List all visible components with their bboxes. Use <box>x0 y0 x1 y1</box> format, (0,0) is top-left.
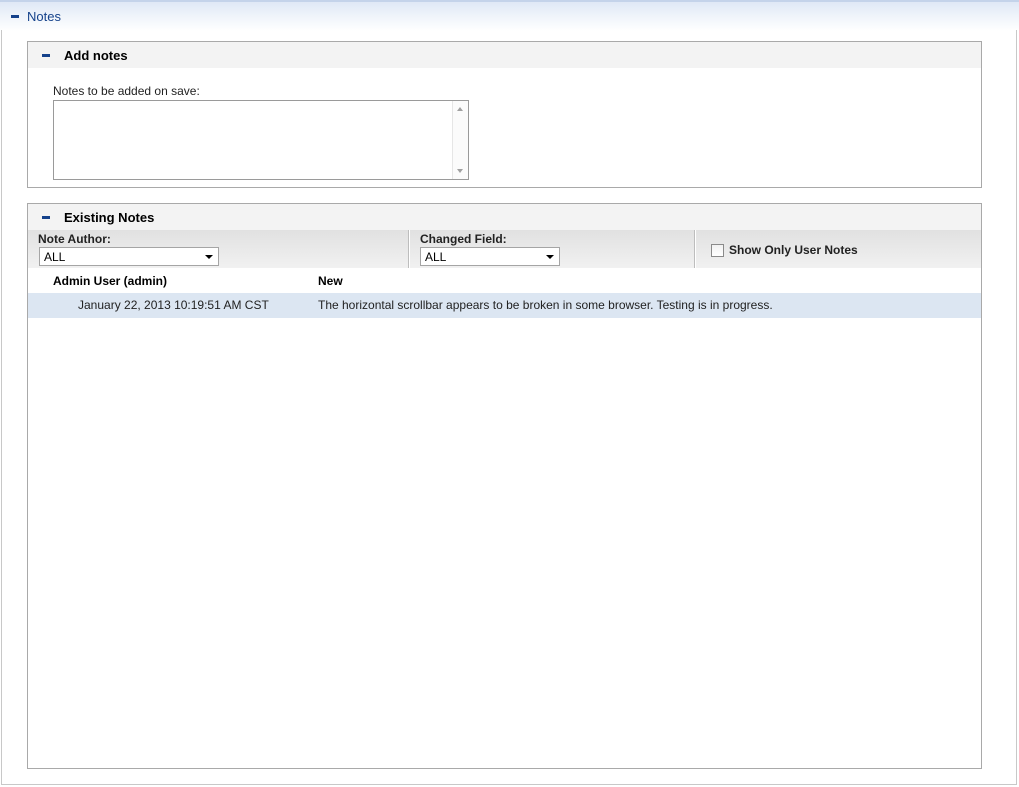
add-notes-panel: Add notes Notes to be added on save: <box>27 41 982 188</box>
existing-notes-panel: Existing Notes Note Author: ALL Changed … <box>27 203 982 769</box>
notes-filter-bar: Note Author: ALL Changed Field: ALL Show… <box>28 230 981 268</box>
changed-field-select[interactable]: ALL <box>420 247 560 266</box>
collapse-icon[interactable] <box>11 15 19 18</box>
author-select-value: ALL <box>44 250 66 264</box>
notes-section-header[interactable]: Notes <box>0 0 1019 31</box>
author-select[interactable]: ALL <box>39 247 219 266</box>
chevron-down-icon <box>205 255 213 259</box>
notes-textarea-container <box>53 100 469 180</box>
existing-notes-title: Existing Notes <box>64 210 155 225</box>
changed-field-select-value: ALL <box>425 250 447 264</box>
existing-notes-header[interactable]: Existing Notes <box>28 204 981 230</box>
note-author: Admin User (admin) <box>53 274 168 288</box>
changed-field-filter: Changed Field: ALL <box>410 230 694 268</box>
add-notes-title: Add notes <box>64 48 128 63</box>
collapse-icon[interactable] <box>42 216 50 219</box>
author-filter: Note Author: ALL <box>28 230 408 268</box>
author-filter-label: Note Author: <box>38 232 111 246</box>
scroll-up-icon[interactable] <box>457 107 463 111</box>
show-user-notes-checkbox[interactable] <box>711 244 724 257</box>
show-user-notes-label[interactable]: Show Only User Notes <box>729 243 858 257</box>
chevron-down-icon <box>546 255 554 259</box>
add-notes-header[interactable]: Add notes <box>28 42 981 68</box>
collapse-icon[interactable] <box>42 54 50 57</box>
changed-field-label: Changed Field: <box>420 232 507 246</box>
table-row[interactable]: January 22, 2013 10:19:51 AM CST The hor… <box>28 293 981 318</box>
textarea-scrollbar[interactable] <box>452 101 468 179</box>
notes-field-label: Notes to be added on save: <box>53 84 200 98</box>
note-change-type: New <box>318 274 343 288</box>
note-text: The horizontal scrollbar appears to be b… <box>318 298 773 312</box>
notes-page: Notes Add notes Notes to be added on sav… <box>0 0 1019 787</box>
user-notes-filter: Show Only User Notes <box>696 230 981 268</box>
note-timestamp: January 22, 2013 10:19:51 AM CST <box>78 298 269 312</box>
notes-textarea[interactable] <box>54 101 452 179</box>
scroll-down-icon[interactable] <box>457 169 463 173</box>
notes-section-title: Notes <box>27 9 61 24</box>
